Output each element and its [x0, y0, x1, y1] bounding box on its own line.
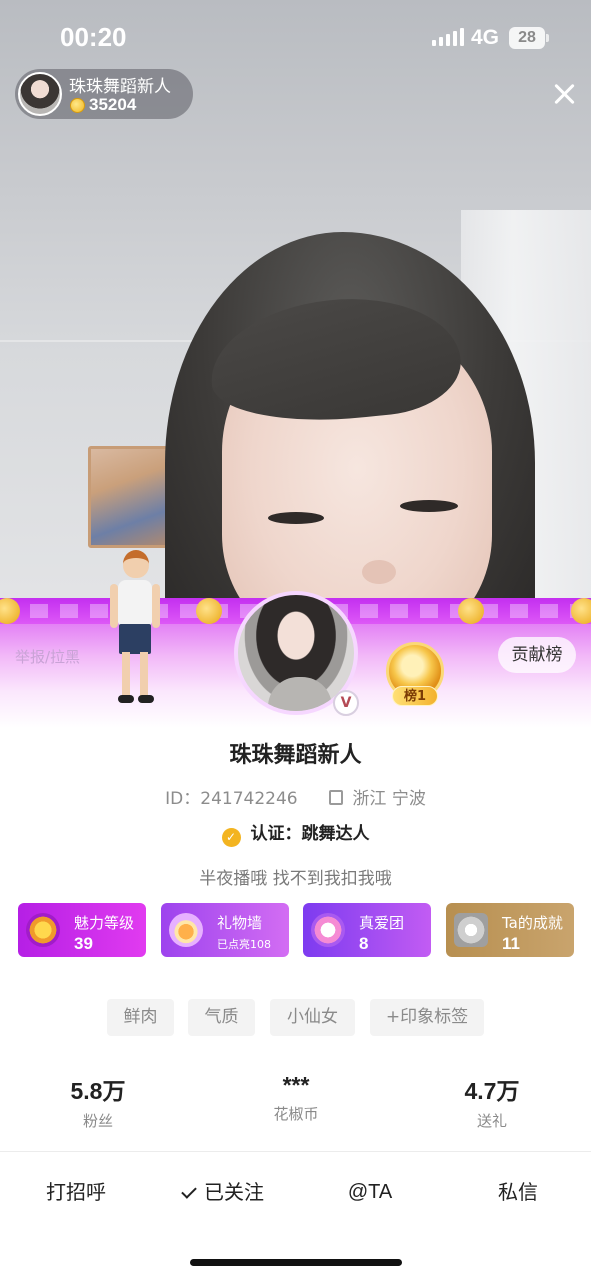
greet-button[interactable]: 打招呼 [32, 1175, 120, 1209]
home-indicator[interactable] [190, 1259, 402, 1266]
impression-tag[interactable]: 鲜肉 [107, 999, 174, 1036]
card-value: 8 [359, 934, 369, 953]
host-name: 珠珠舞蹈新人 [69, 77, 171, 97]
streamer-nose [362, 560, 396, 584]
star-heart-icon [26, 913, 60, 947]
add-impression-tag-button[interactable]: +印象标签 [370, 999, 484, 1036]
private-message-button[interactable]: 私信 [484, 1175, 552, 1209]
followed-button[interactable]: 已关注 [168, 1175, 278, 1209]
rail-ornament-mid-left [196, 598, 222, 624]
achievement-badge-icon [454, 913, 488, 947]
heart-gift-icon [169, 913, 203, 947]
streamer-eye-right [400, 500, 458, 512]
user-id: ID：241742246 [165, 789, 298, 809]
followed-label: 已关注 [204, 1180, 264, 1204]
contribution-rank-button[interactable]: 贡献榜 [498, 637, 576, 673]
stat-fans[interactable]: 5.8万 粉丝 [28, 1072, 168, 1131]
stat-value: 4.7万 [464, 1078, 520, 1104]
stat-label: 送礼 [476, 1112, 507, 1130]
charm-level-card[interactable]: 魅力等级 39 [18, 903, 146, 957]
battery-tip [546, 34, 549, 42]
card-title: 真爱团 [359, 914, 405, 932]
status-bar: 00:20 4G 28 [0, 0, 591, 70]
network-type: 4G [471, 26, 500, 49]
card-value: 11 [502, 934, 520, 953]
rail-ornament-mid-right [458, 598, 484, 624]
card-value: 39 [74, 934, 93, 953]
gift-wall-card[interactable]: 礼物墙 已点亮108 [161, 903, 289, 957]
stat-coins: *** 花椒币 [226, 1072, 366, 1124]
status-time: 00:20 [60, 22, 127, 52]
certification-row: ✓ 认证：跳舞达人 [0, 819, 591, 847]
profile-name: 珠珠舞蹈新人 [229, 743, 362, 768]
user-bio: 半夜播哦 找不到我扣我哦 [199, 869, 392, 889]
stat-label: 花椒币 [273, 1105, 319, 1123]
coin-icon [70, 98, 85, 113]
check-icon [181, 1183, 197, 1199]
impression-tag[interactable]: 气质 [188, 999, 255, 1036]
host-avatar[interactable] [18, 72, 62, 116]
signal-icon [432, 28, 464, 46]
action-divider [0, 1151, 591, 1152]
id-location-row: ID：241742246 浙江 宁波 [0, 784, 591, 809]
fan-club-wings-icon [311, 913, 345, 947]
host-info-chip[interactable]: 珠珠舞蹈新人 35204 [15, 69, 193, 119]
certification-text: 认证：跳舞达人 [250, 824, 370, 844]
location-icon [329, 790, 344, 805]
rail-ornament-right [571, 598, 591, 624]
stat-value: *** [282, 1072, 310, 1098]
rank-medal[interactable]: 榜1 [382, 642, 448, 708]
avatar-3d-figure[interactable] [110, 550, 160, 710]
card-value: 已点亮108 [217, 938, 271, 951]
host-coins: 35204 [89, 95, 137, 114]
user-location: 浙江 宁波 [352, 789, 426, 809]
streamer-eye-left [268, 512, 324, 524]
verified-check-icon: ✓ [221, 828, 241, 847]
close-icon[interactable] [551, 80, 579, 108]
achievement-card[interactable]: Ta的成就 11 [446, 903, 574, 957]
stat-label: 粉丝 [82, 1112, 113, 1130]
impression-tag[interactable]: 小仙女 [270, 999, 355, 1036]
card-title: 礼物墙 [217, 914, 263, 932]
mention-button[interactable]: @TA [334, 1175, 406, 1209]
rank-label: 榜1 [392, 686, 438, 706]
card-title: 魅力等级 [74, 914, 135, 932]
vip-badge-icon: V [333, 690, 359, 716]
fan-club-card[interactable]: 真爱团 8 [303, 903, 431, 957]
stat-value: 5.8万 [70, 1078, 126, 1104]
report-block-link[interactable]: 举报/拉黑 [15, 646, 80, 667]
stat-gifts[interactable]: 4.7万 送礼 [422, 1072, 562, 1131]
card-title: Ta的成就 [502, 914, 563, 932]
battery-icon: 28 [509, 27, 545, 49]
